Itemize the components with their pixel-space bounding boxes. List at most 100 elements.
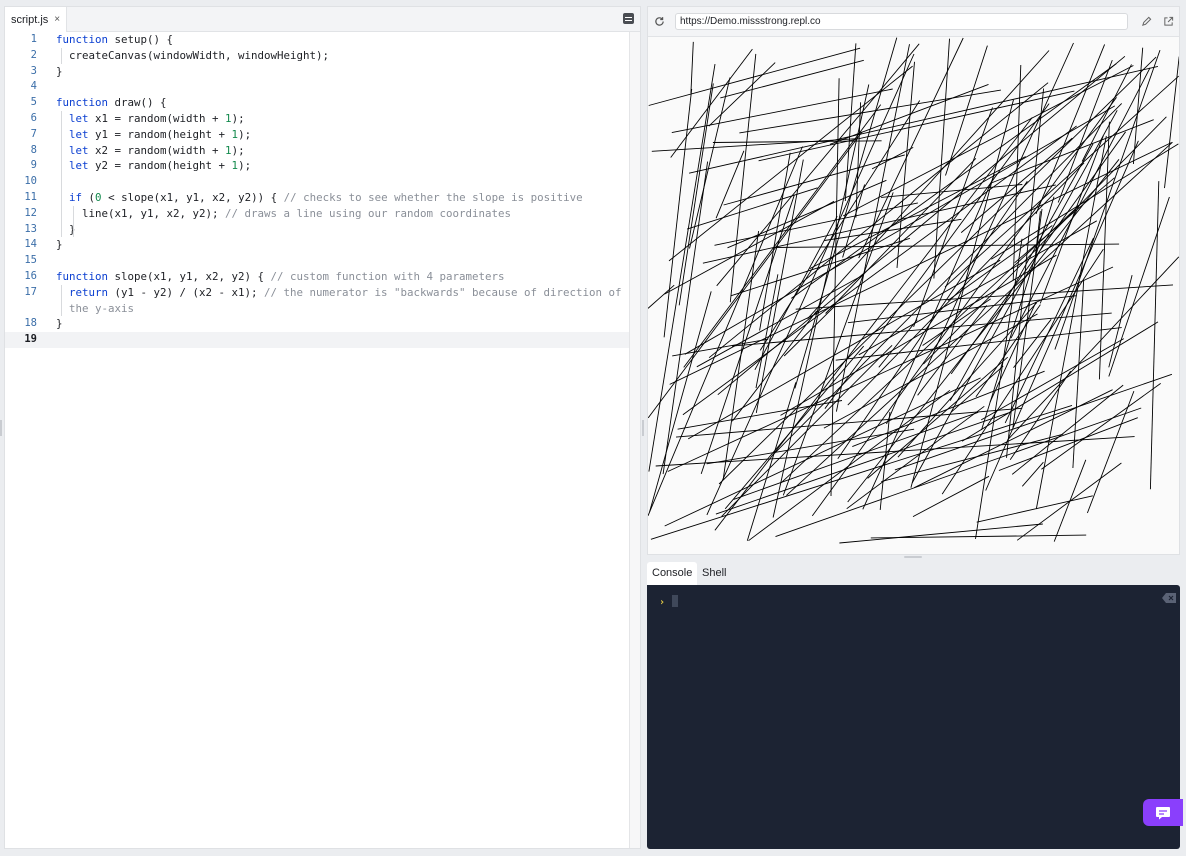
code-line[interactable]: 12 line(x1, y1, x2, y2); // draws a line… xyxy=(5,206,630,222)
vertical-resize-handle[interactable] xyxy=(904,556,922,558)
code-area[interactable]: 1 function setup() { 2 createCanvas(window… xyxy=(5,32,630,848)
line-text: let y2 = random(height + 1); xyxy=(69,159,252,173)
canvas-line xyxy=(807,50,1050,320)
code-line[interactable]: 5 function draw() { xyxy=(5,95,630,111)
canvas-line xyxy=(791,63,1117,299)
canvas-line xyxy=(839,523,1043,544)
indent-guide xyxy=(61,111,62,238)
line-number: 16 xyxy=(24,269,37,282)
canvas-line xyxy=(755,159,804,413)
canvas-line xyxy=(945,45,988,176)
canvas-line xyxy=(795,284,1174,310)
canvas-line xyxy=(1013,319,1052,368)
line-text: if (0 < slope(x1, y1, x2, y2)) { // chec… xyxy=(69,190,583,204)
code-line[interactable]: 18} xyxy=(5,316,630,332)
canvas-line xyxy=(675,407,1023,438)
code-line[interactable]: 11 if (0 < slope(x1, y1, x2, y2)) { // c… xyxy=(5,190,630,206)
canvas-line xyxy=(894,373,1173,471)
left-resize-handle[interactable] xyxy=(0,420,2,436)
code-line[interactable]: 13 } xyxy=(5,222,630,238)
line-number: 18 xyxy=(24,317,37,330)
console-cursor[interactable] xyxy=(672,595,678,607)
canvas-line xyxy=(847,162,1085,406)
canvas-line xyxy=(910,99,1014,488)
url-input[interactable] xyxy=(675,13,1128,30)
code-line[interactable]: 4 xyxy=(5,79,630,95)
line-text: createCanvas(windowWidth, windowHeight); xyxy=(56,48,330,62)
line-number: 2 xyxy=(30,48,37,61)
indent-guide xyxy=(61,284,62,317)
canvas-line xyxy=(669,142,1172,385)
tab-script-js[interactable]: script.js × xyxy=(5,7,68,32)
line-number: 10 xyxy=(24,175,37,188)
canvas-line xyxy=(1132,47,1144,165)
canvas-line xyxy=(649,291,712,512)
code-line[interactable]: 6 let x1 = random(width + 1); xyxy=(5,111,630,127)
canvas-line xyxy=(678,83,714,306)
line-number: 14 xyxy=(24,238,37,251)
code-line[interactable]: 2 createCanvas(windowWidth, windowHeight… xyxy=(5,48,630,64)
chat-button[interactable] xyxy=(1143,799,1183,826)
console-tab-bar: Console Shell xyxy=(647,562,1180,585)
code-line[interactable]: 19 xyxy=(5,332,630,348)
pane-resize-handle[interactable] xyxy=(642,420,644,436)
open-new-tab-icon[interactable] xyxy=(1163,16,1174,27)
url-bar xyxy=(648,7,1179,37)
chat-icon xyxy=(1156,806,1170,819)
tab-label: script.js xyxy=(11,13,49,26)
code-line[interactable]: 17 return (y1 - y2) / (x2 - x1); // the … xyxy=(5,285,630,317)
webview-pane xyxy=(647,6,1180,555)
close-icon[interactable]: × xyxy=(54,14,60,25)
canvas-line xyxy=(1007,256,1179,441)
tab-console[interactable]: Console xyxy=(647,562,698,585)
code-line[interactable]: 7 let y1 = random(height + 1); xyxy=(5,127,630,143)
line-text: } xyxy=(56,222,630,238)
code-line[interactable]: 1 function setup() { xyxy=(5,32,630,48)
line-number: 15 xyxy=(24,254,37,267)
console-output[interactable]: › xyxy=(647,585,1180,849)
line-number: 9 xyxy=(30,159,37,172)
editor-menu-icon[interactable] xyxy=(623,13,634,24)
canvas-line xyxy=(687,259,1001,440)
tab-shell[interactable]: Shell xyxy=(697,562,731,585)
code-line[interactable]: 9 let y2 = random(height + 1); xyxy=(5,158,630,174)
line-number: 13 xyxy=(24,222,37,235)
line-number: 6 xyxy=(30,111,37,124)
canvas-line xyxy=(714,202,918,246)
line-text: } xyxy=(56,317,63,331)
canvas-line xyxy=(720,59,864,99)
line-number: 1 xyxy=(30,33,37,45)
canvas-line xyxy=(746,382,797,541)
canvas-line xyxy=(975,304,1041,398)
prompt-icon: › xyxy=(659,597,666,608)
canvas-line xyxy=(729,53,757,303)
canvas-line xyxy=(648,47,861,106)
code-line[interactable]: 15 xyxy=(5,253,630,269)
code-line[interactable]: 3} xyxy=(5,64,630,80)
code-line[interactable]: 14} xyxy=(5,237,630,253)
editor-scrollbar[interactable] xyxy=(629,32,640,848)
code-line[interactable]: 10 xyxy=(5,174,630,190)
pencil-icon[interactable] xyxy=(1141,16,1152,27)
canvas-line xyxy=(871,147,914,170)
line-text: function setup() { xyxy=(56,33,174,46)
canvas-line xyxy=(1021,461,1044,487)
clear-console-icon[interactable] xyxy=(1162,593,1176,603)
canvas-line xyxy=(648,64,716,472)
canvas-line xyxy=(917,305,988,396)
editor-tab-bar: script.js × xyxy=(5,7,640,32)
p5-canvas[interactable] xyxy=(648,37,1180,555)
code-line[interactable]: 16 function slope(x1, y1, x2, y2) { // cu… xyxy=(5,269,630,285)
canvas-line xyxy=(755,274,779,389)
canvas-line xyxy=(690,41,694,94)
line-text: let x1 = random(width + 1); xyxy=(69,111,245,125)
code-editor-pane[interactable]: script.js × 1 function setup() { 2 createC… xyxy=(4,6,641,849)
canvas-line xyxy=(668,65,913,262)
code-line[interactable]: 8 let x2 = random(width + 1); xyxy=(5,143,630,159)
canvas-line xyxy=(809,156,1026,269)
refresh-icon[interactable] xyxy=(654,16,665,27)
canvas-line xyxy=(716,43,920,287)
canvas-line xyxy=(837,181,1028,459)
canvas-line xyxy=(1035,135,1107,510)
indent-guide xyxy=(73,205,74,238)
